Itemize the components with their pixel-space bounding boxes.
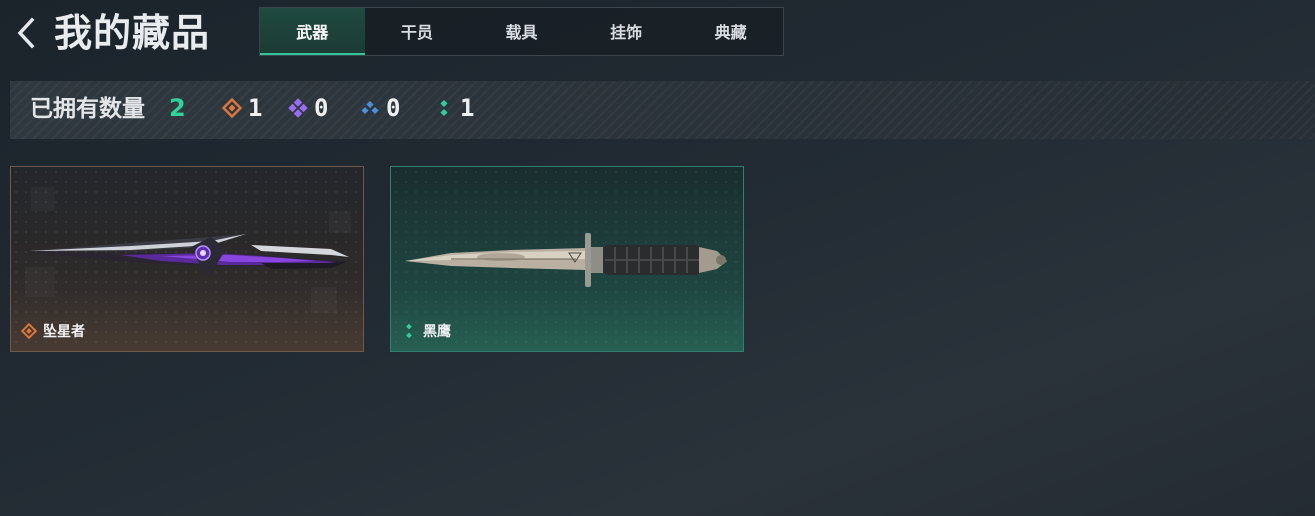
blue-rarity-count: 0 <box>360 91 400 125</box>
item-name-row: 黑鹰 <box>401 321 451 341</box>
owned-stats-bar: 已拥有数量 2 1 0 0 1 <box>10 81 1315 139</box>
orange-rarity-count: 1 <box>222 91 262 125</box>
tab-weapons[interactable]: 武器 <box>260 8 365 55</box>
tab-collection[interactable]: 典藏 <box>678 8 783 55</box>
purple-count-value: 0 <box>314 94 329 122</box>
header: 我的藏品 武器 干员 载具 挂饰 典藏 <box>0 0 1315 70</box>
orange-count-value: 1 <box>248 94 263 122</box>
tab-charms[interactable]: 挂饰 <box>574 8 679 55</box>
back-arrow-icon[interactable] <box>12 14 44 52</box>
item-name: 坠星者 <box>43 324 85 340</box>
orange-rarity-icon <box>21 323 37 339</box>
tab-operators[interactable]: 干员 <box>365 8 470 55</box>
item-name-row: 坠星者 <box>21 321 85 341</box>
orange-rarity-icon <box>222 98 242 118</box>
green-rarity-count: 1 <box>434 91 474 125</box>
page-title: 我的藏品 <box>54 11 211 55</box>
owned-count-label: 已拥有数量 <box>30 96 145 122</box>
category-tabs: 武器 干员 载具 挂饰 典藏 <box>259 7 784 56</box>
blue-rarity-icon <box>361 100 379 115</box>
green-count-value: 1 <box>460 94 475 122</box>
item-name: 黑鹰 <box>423 324 451 340</box>
green-rarity-icon <box>406 323 412 339</box>
owned-total-count: 2 <box>169 94 186 122</box>
purple-rarity-icon <box>288 98 308 118</box>
weapon-card-black-hawk[interactable]: 黑鹰 <box>390 166 744 352</box>
blue-count-value: 0 <box>386 94 401 122</box>
tab-vehicles[interactable]: 载具 <box>469 8 574 55</box>
weapon-card-starfaller[interactable]: 坠星者 <box>10 166 364 352</box>
green-rarity-icon <box>440 99 448 117</box>
purple-rarity-count: 0 <box>288 91 328 125</box>
